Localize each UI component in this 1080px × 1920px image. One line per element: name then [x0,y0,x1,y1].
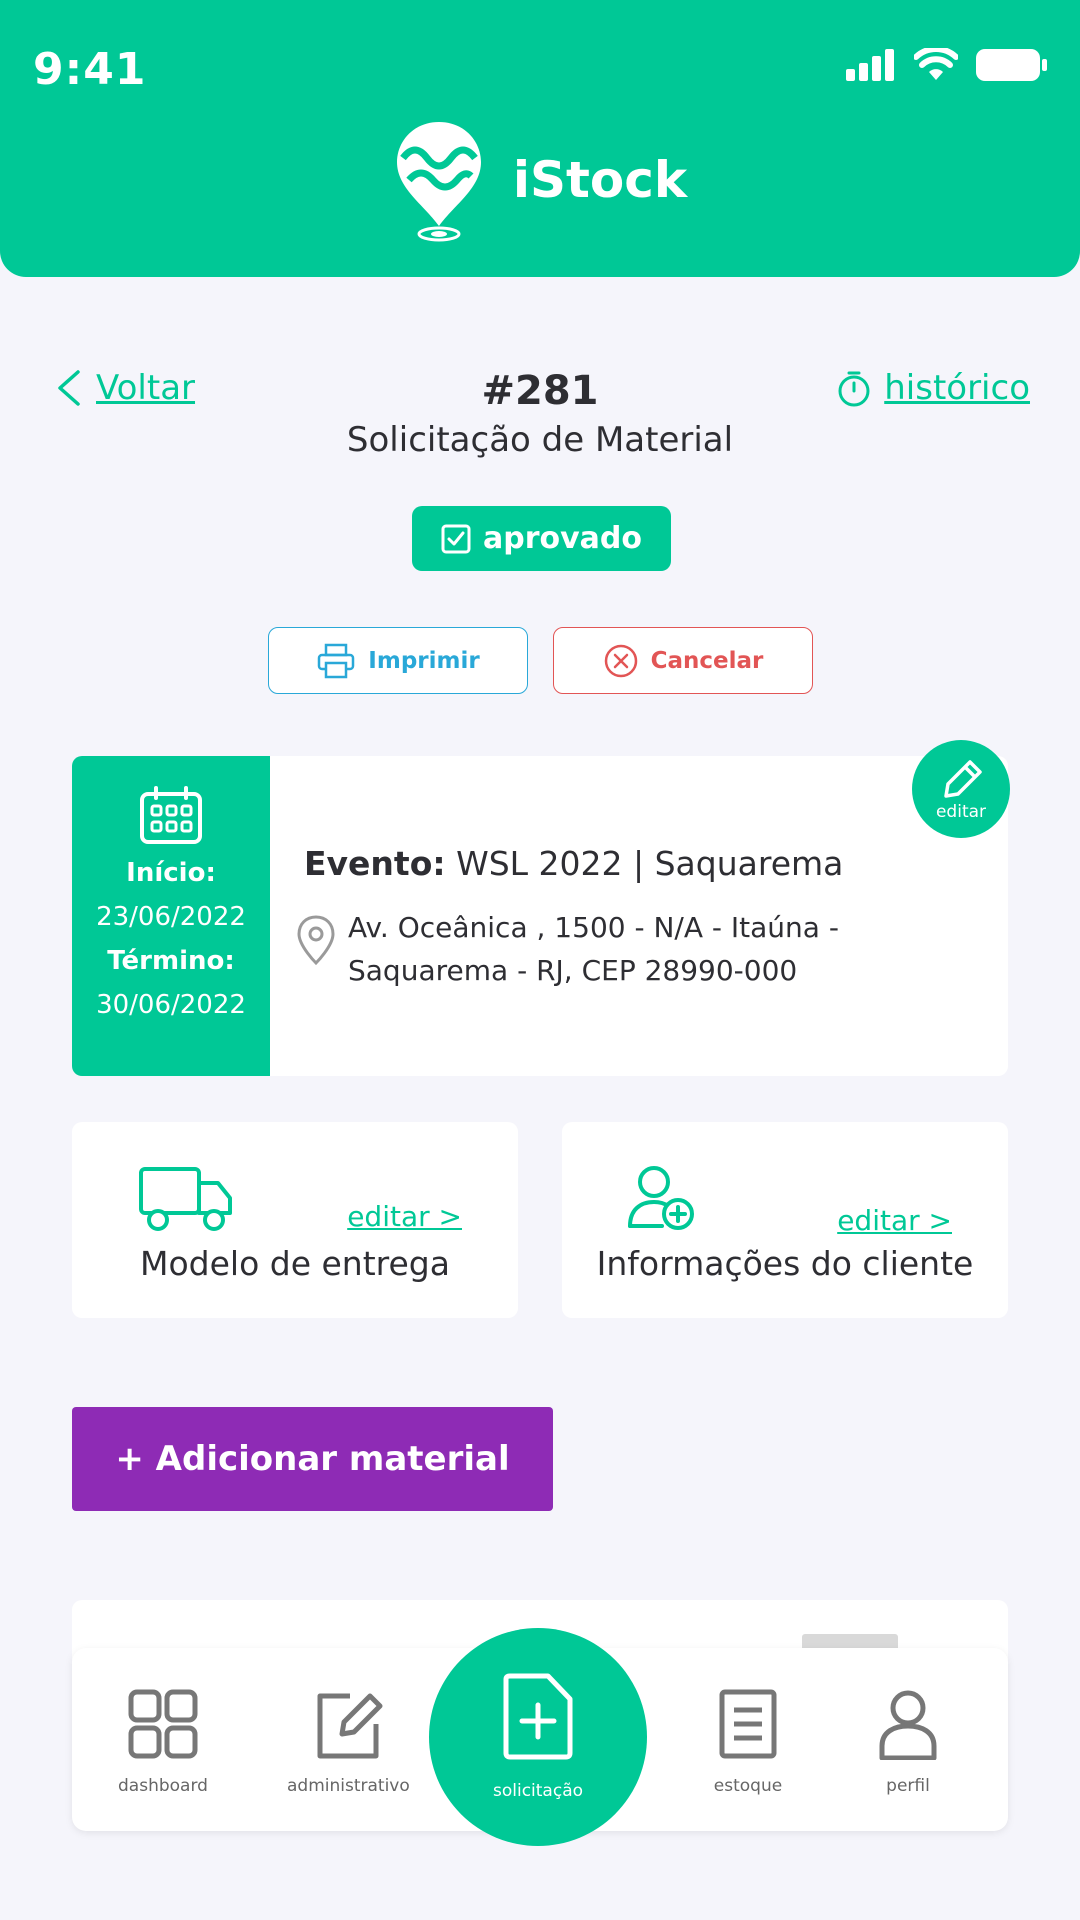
history-link[interactable]: histórico [836,368,1030,408]
nav-stock[interactable]: estoque [712,1688,784,1796]
end-date: 30/06/2022 [96,990,246,1020]
nav-profile-label[interactable]: perfil [886,1776,930,1796]
request-type: Solicitação de Material [346,420,734,460]
print-button[interactable]: Imprimir [268,627,528,694]
event-address: Av. Oceânica , 1500 - N/A - Itaúna - Saq… [348,906,908,992]
nav-stock-label[interactable]: estoque [714,1776,782,1796]
cancel-label[interactable]: Cancelar [651,648,764,674]
client-edit-link[interactable]: editar > [837,1204,952,1237]
checkbox-checked-icon [441,524,471,553]
client-title: Informações do cliente [596,1244,974,1283]
event-title-value: WSL 2022 | Saquarema [456,844,844,883]
battery-icon [976,49,1047,81]
nav-request[interactable]: solicitação [429,1628,647,1846]
list-document-icon [719,1689,777,1759]
delivery-edit-link[interactable]: editar > [347,1200,462,1233]
event-title: Evento: WSL 2022 | Saquarema [304,844,843,883]
status-label: aprovado [482,521,642,556]
pencil-icon [944,760,982,798]
add-user-icon [628,1166,694,1230]
nav-dashboard[interactable]: dashboard [118,1688,208,1796]
event-dates-panel: Início: 23/06/2022 Término: 30/06/2022 [72,756,270,1076]
delivery-title: Modelo de entrega [140,1244,450,1283]
nav-admin[interactable]: administrativo [287,1688,410,1796]
truck-icon [139,1167,232,1231]
event-card: Início: 23/06/2022 Término: 30/06/2022 E… [72,740,1010,1076]
end-label: Término: [107,946,235,976]
event-title-label: Evento: [304,844,446,883]
timer-icon [838,371,870,407]
wifi-icon [914,48,958,80]
nav-request-label[interactable]: solicitação [493,1781,583,1801]
brand: iStock [0,118,1080,242]
client-card[interactable]: editar > Informações do cliente [562,1122,1008,1318]
start-label: Início: [126,858,216,888]
signal-icon [846,49,894,81]
edit-document-icon [317,1693,383,1759]
print-label[interactable]: Imprimir [368,648,479,674]
status-icons [846,48,1048,82]
nav-dashboard-label[interactable]: dashboard [118,1776,208,1796]
printer-icon [318,643,355,678]
add-material-button[interactable]: + Adicionar material [72,1407,553,1511]
location-pin-icon [297,915,335,966]
dashboard-grid-icon [128,1689,198,1759]
close-circle-icon [604,644,637,677]
nav-admin-label[interactable]: administrativo [287,1776,410,1796]
calendar-icon [140,786,202,844]
cancel-button[interactable]: Cancelar [553,627,813,694]
address-line-1: Av. Oceânica , 1500 - N/A - Itaúna - [348,911,839,944]
delivery-card[interactable]: editar > Modelo de entrega [72,1122,518,1318]
balloon-logo-icon [396,122,481,242]
nav-profile[interactable]: perfil [872,1688,944,1796]
status-badge: aprovado [412,506,671,571]
status-time: 9:41 [33,44,147,95]
edit-event-button[interactable]: editar [912,740,1010,838]
address-line-2: Saquarema - RJ, CEP 28990-000 [348,954,798,987]
app-name: iStock [512,151,688,209]
start-date: 23/06/2022 [96,902,246,932]
add-document-icon [503,1673,573,1760]
history-label[interactable]: histórico [884,368,1030,408]
user-icon [879,1690,937,1760]
edit-event-label[interactable]: editar [936,802,986,822]
